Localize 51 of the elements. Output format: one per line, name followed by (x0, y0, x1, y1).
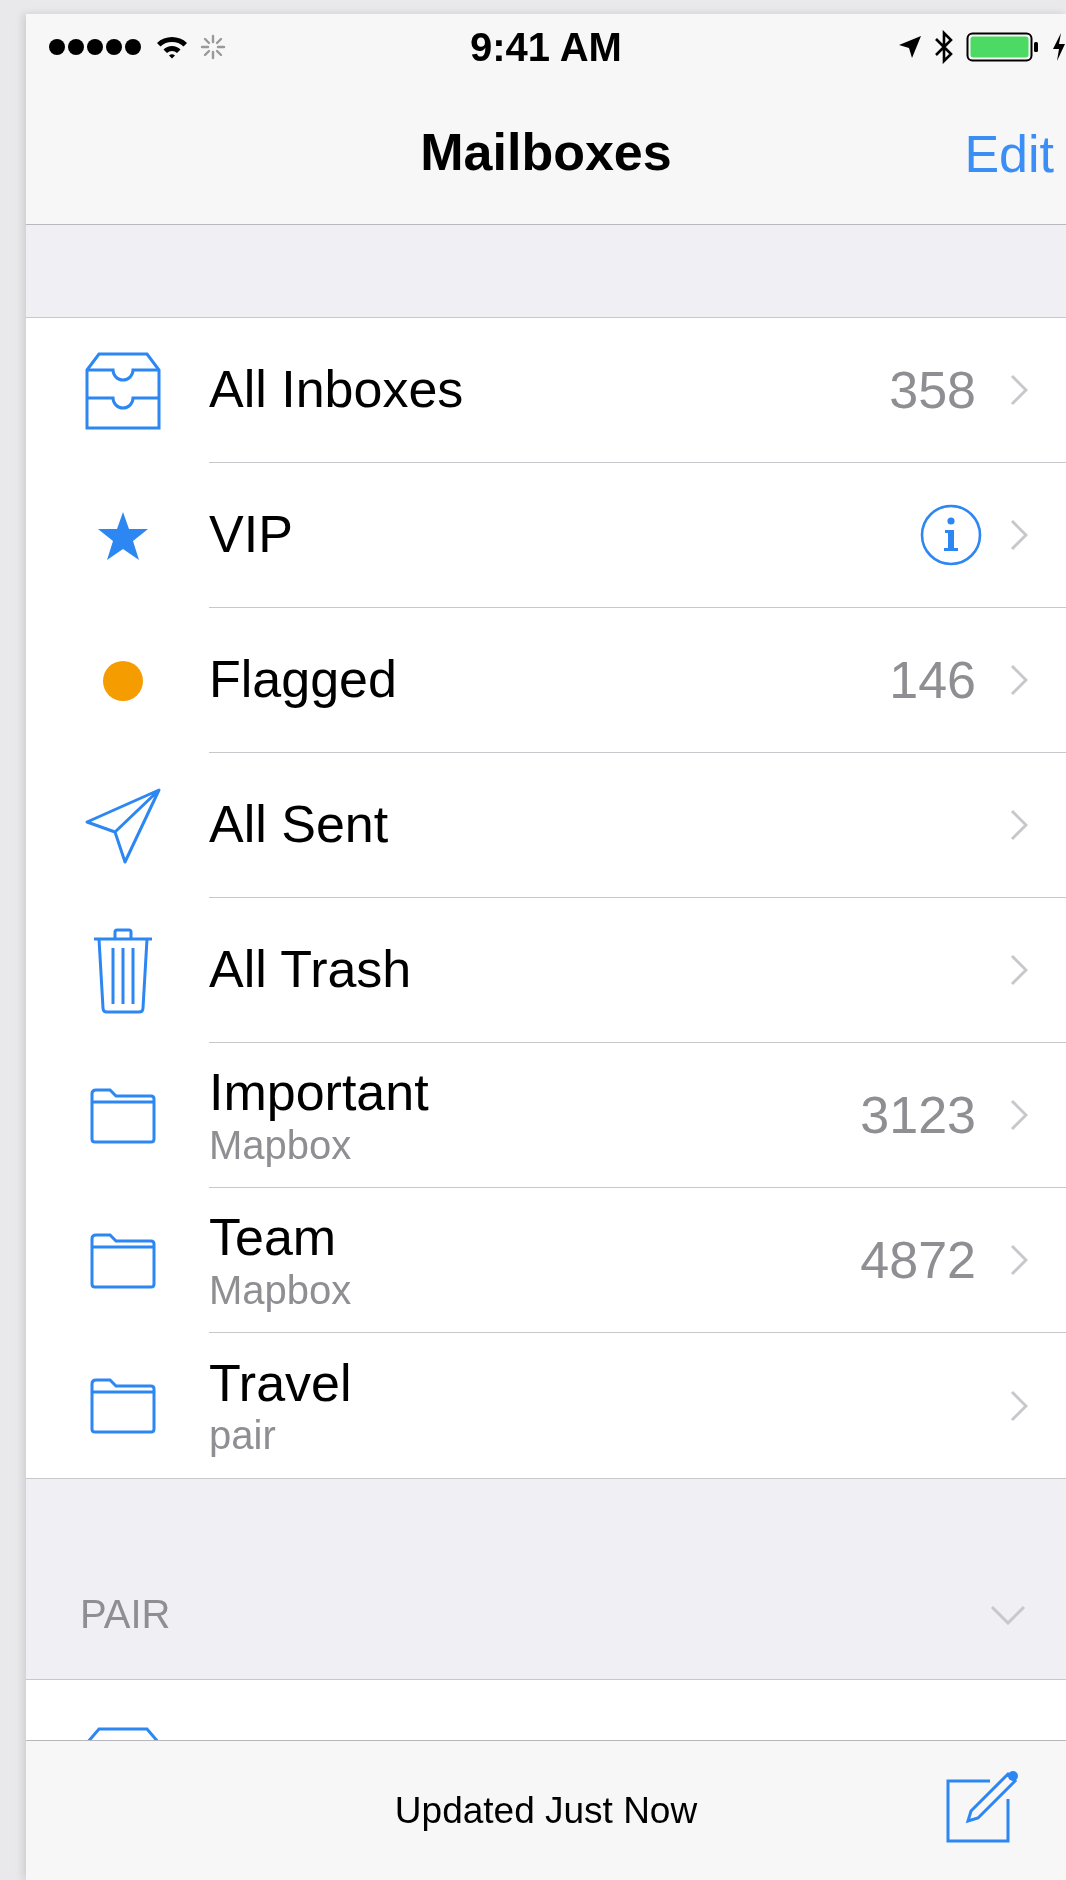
signal-icon (48, 38, 144, 56)
mailbox-row[interactable]: All Inboxes 358 (26, 318, 1066, 463)
account-name: pair (209, 1413, 277, 1458)
mailbox-row[interactable]: Travel pair (26, 1333, 1066, 1478)
charging-icon (1052, 33, 1066, 61)
chevron-right-icon (1010, 374, 1028, 406)
mailbox-row[interactable]: Important Mapbox 3123 (26, 1043, 1066, 1188)
section-title: PAIR (80, 1592, 171, 1637)
chevron-right-icon (1010, 1099, 1028, 1131)
location-arrow-icon (898, 35, 922, 59)
account-name: Mapbox (209, 1122, 353, 1167)
mailbox-row[interactable]: VIP (26, 463, 1066, 608)
wifi-icon (156, 35, 188, 59)
mailbox-name: All Sent (209, 795, 390, 855)
flag-dot-icon (102, 660, 143, 701)
mailbox-row[interactable]: Flagged 146 (26, 608, 1066, 753)
unread-count: 3123 (860, 1085, 976, 1145)
mailbox-row[interactable]: Team Mapbox 4872 (26, 1188, 1066, 1333)
folder-icon (89, 1087, 156, 1144)
unread-count: 358 (889, 360, 976, 420)
unread-count: 4872 (860, 1230, 976, 1290)
mailbox-row[interactable]: All Sent (26, 753, 1066, 898)
mailbox-row[interactable]: All Trash (26, 898, 1066, 1043)
activity-spinner-icon (200, 34, 226, 60)
mailbox-name: Important (209, 1063, 430, 1123)
chevron-right-icon (1010, 954, 1028, 986)
update-status: Updated Just Now (394, 1789, 698, 1832)
bluetooth-icon (934, 30, 954, 64)
mailbox-name: All Inboxes (209, 360, 465, 420)
star-icon (96, 510, 149, 561)
chevron-right-icon (1010, 519, 1028, 551)
folder-icon (89, 1232, 156, 1289)
chevron-right-icon (1010, 809, 1028, 841)
paper-plane-icon (84, 787, 161, 864)
compose-icon[interactable] (946, 1769, 1020, 1843)
folder-icon (89, 1377, 156, 1434)
chevron-right-icon (1010, 664, 1028, 696)
unread-count: 146 (889, 650, 976, 710)
battery-icon (966, 32, 1040, 62)
nav-title: Mailboxes (420, 122, 672, 182)
account-name: Mapbox (209, 1267, 353, 1312)
mailbox-name: VIP (209, 505, 294, 565)
mailbox-name: Team (209, 1208, 338, 1268)
mailbox-name: Travel (209, 1353, 353, 1414)
status-time: 9:41 AM (470, 24, 622, 70)
trash-icon (92, 927, 153, 1014)
info-icon[interactable] (920, 504, 982, 566)
mailbox-name: Flagged (209, 650, 398, 710)
chevron-right-icon (1010, 1244, 1028, 1276)
chevron-right-icon (1010, 1389, 1028, 1422)
mailbox-name: All Trash (209, 940, 413, 1000)
